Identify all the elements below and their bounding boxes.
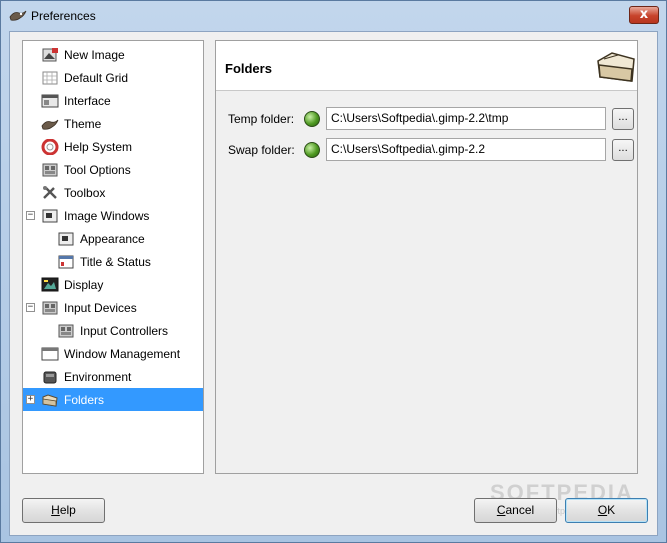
help-mnemonic: H	[51, 503, 60, 517]
tree-item-input-controllers[interactable]: Input Controllers	[23, 319, 203, 342]
temp-folder-label: Temp folder:	[228, 112, 295, 126]
tree-item-theme[interactable]: Theme	[23, 112, 203, 135]
tree-item-new-image[interactable]: New Image	[23, 43, 203, 66]
folder-icon	[42, 393, 58, 407]
swap-folder-input[interactable]: C:\Users\Softpedia\.gimp-2.2	[326, 138, 606, 161]
expand-toggle[interactable]: +	[26, 395, 35, 404]
preferences-window: Preferences x New Image Default Grid Int…	[0, 0, 667, 543]
tree-item-toolbox[interactable]: Toolbox	[23, 181, 203, 204]
panel-header: Folders	[216, 41, 637, 91]
tree-item-tool-options[interactable]: Tool Options	[23, 158, 203, 181]
theme-icon	[41, 119, 59, 130]
panel-title: Folders	[225, 61, 272, 76]
new-image-icon	[42, 47, 58, 61]
collapse-toggle[interactable]: −	[26, 303, 35, 312]
temp-folder-row: Temp folder: C:\Users\Softpedia\.gimp-2.…	[216, 107, 637, 131]
tree-item-folders[interactable]: + Folders	[23, 388, 203, 411]
grid-icon	[42, 71, 58, 84]
tree-item-image-windows[interactable]: − Image Windows	[23, 204, 203, 227]
ok-mnemonic: O	[597, 503, 608, 517]
tree-item-label: Help System	[64, 139, 133, 154]
status-ok-icon	[304, 142, 320, 158]
help-button[interactable]: Help	[22, 498, 105, 523]
folders-panel: Folders Temp folder: C:\Users\Softpedia\…	[215, 40, 638, 474]
tree-item-label: Window Management	[64, 346, 181, 361]
close-button[interactable]: x	[629, 6, 659, 24]
help-icon	[41, 138, 59, 155]
tree-item-label: Folders	[64, 392, 105, 407]
appearance-icon	[58, 232, 74, 245]
tree-item-label: Interface	[64, 93, 111, 108]
tree-item-label: Toolbox	[64, 185, 106, 200]
collapse-toggle[interactable]: −	[26, 211, 35, 220]
tree-item-help-system[interactable]: Help System	[23, 135, 203, 158]
tree-item-label: Theme	[64, 116, 102, 131]
folder-icon	[597, 52, 635, 82]
temp-folder-input[interactable]: C:\Users\Softpedia\.gimp-2.2\tmp	[326, 107, 606, 130]
tree-item-label: Appearance	[80, 231, 145, 246]
title-status-icon	[58, 255, 74, 268]
window-management-icon	[41, 347, 59, 360]
status-ok-icon	[304, 111, 320, 127]
tree-item-label: New Image	[64, 47, 125, 62]
tree-item-label: Title & Status	[80, 254, 151, 269]
toolbox-icon	[43, 185, 57, 199]
dialog-client: New Image Default Grid Interface Theme H…	[9, 31, 658, 536]
tree-item-label: Input Controllers	[80, 323, 169, 338]
window-title: Preferences	[31, 9, 96, 23]
tree-item-window-management[interactable]: Window Management	[23, 342, 203, 365]
tree-item-default-grid[interactable]: Default Grid	[23, 66, 203, 89]
temp-folder-browse-button[interactable]: ...	[612, 108, 634, 130]
tree-item-label: Default Grid	[64, 70, 129, 85]
ok-button[interactable]: OK	[565, 498, 648, 523]
tree-item-label: Environment	[64, 369, 132, 384]
swap-folder-browse-button[interactable]: ...	[612, 139, 634, 161]
preferences-category-tree[interactable]: New Image Default Grid Interface Theme H…	[22, 40, 204, 474]
tree-item-title-status[interactable]: Title & Status	[23, 250, 203, 273]
tree-item-label: Image Windows	[64, 208, 150, 223]
interface-icon	[41, 94, 59, 107]
help-label: elp	[59, 503, 76, 517]
tree-item-display[interactable]: Display	[23, 273, 203, 296]
tree-item-environment[interactable]: Environment	[23, 365, 203, 388]
cancel-button[interactable]: Cancel	[474, 498, 557, 523]
ok-label: K	[607, 503, 616, 517]
image-windows-icon	[42, 209, 58, 222]
input-devices-icon	[42, 301, 58, 314]
gimp-app-icon	[9, 10, 27, 21]
environment-icon	[43, 371, 57, 383]
tool-options-icon	[42, 163, 58, 176]
tree-item-interface[interactable]: Interface	[23, 89, 203, 112]
swap-folder-label: Swap folder:	[228, 143, 295, 157]
tree-item-appearance[interactable]: Appearance	[23, 227, 203, 250]
input-controllers-icon	[58, 324, 74, 337]
display-icon	[41, 277, 59, 291]
tree-item-label: Input Devices	[64, 300, 137, 315]
tree-item-input-devices[interactable]: − Input Devices	[23, 296, 203, 319]
cancel-label: ancel	[505, 503, 535, 517]
swap-folder-row: Swap folder: C:\Users\Softpedia\.gimp-2.…	[216, 138, 637, 162]
tree-item-label: Display	[64, 277, 104, 292]
title-bar: Preferences x	[1, 1, 666, 31]
tree-item-label: Tool Options	[64, 162, 131, 177]
